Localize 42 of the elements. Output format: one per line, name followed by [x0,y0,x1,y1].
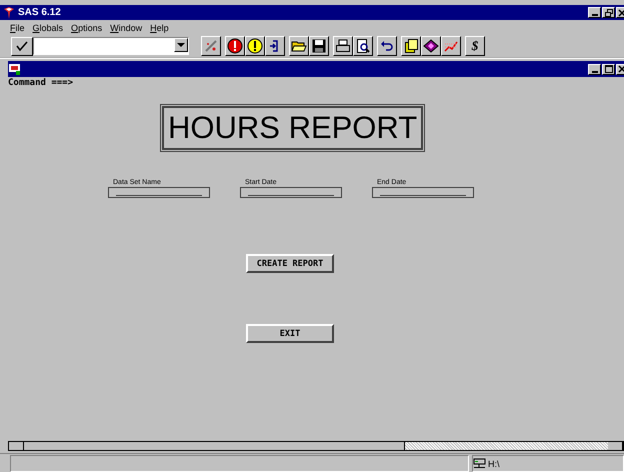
menu-item[interactable]: File [10,22,25,32]
menu-item[interactable]: Options [71,22,102,32]
horizontal-scrollbar[interactable] [8,441,624,451]
menu-item[interactable]: Window [110,22,142,32]
command-prompt: Command ===> [8,77,74,89]
window-icon [9,63,21,75]
chart-icon[interactable] [441,36,461,56]
undo-icon[interactable] [377,36,397,56]
preview-icon[interactable] [353,36,373,56]
dollar-button[interactable]: $ [465,36,485,56]
app-icon [3,6,15,18]
report-title: HOURS REPORT [162,106,424,150]
menu-item[interactable]: Help [150,22,169,32]
clipboard-icon[interactable] [401,36,421,56]
minimize-icon [592,14,598,16]
restore-icon [604,8,612,16]
window-title: SAS 6.12 [18,7,61,18]
print-icon[interactable] [333,36,353,56]
form-button[interactable]: CREATE REPORT [246,254,334,273]
minimize-button[interactable] [588,64,601,74]
drive-icon [473,458,486,469]
restore-button[interactable] [602,7,615,18]
menu-item[interactable]: Globals [32,22,64,32]
input-field[interactable] [372,187,474,198]
maximize-icon [604,65,612,73]
open-folder-icon[interactable] [289,36,309,56]
check-icon [15,40,29,52]
minimize-icon [592,70,598,72]
drive-label: H:\ [488,458,500,468]
form-button[interactable]: EXIT [246,324,334,343]
check-button[interactable] [11,36,33,56]
caret-icon [177,42,185,48]
maximize-button[interactable] [602,64,615,74]
save-icon[interactable] [309,36,329,56]
input-field[interactable] [240,187,342,198]
command-combo[interactable] [33,37,189,55]
input-field[interactable] [108,187,210,198]
warning-icon[interactable] [245,36,265,56]
close-button[interactable] [616,64,624,74]
close-button[interactable] [616,7,624,18]
minimize-button[interactable] [588,7,601,18]
error-icon[interactable] [225,36,245,56]
